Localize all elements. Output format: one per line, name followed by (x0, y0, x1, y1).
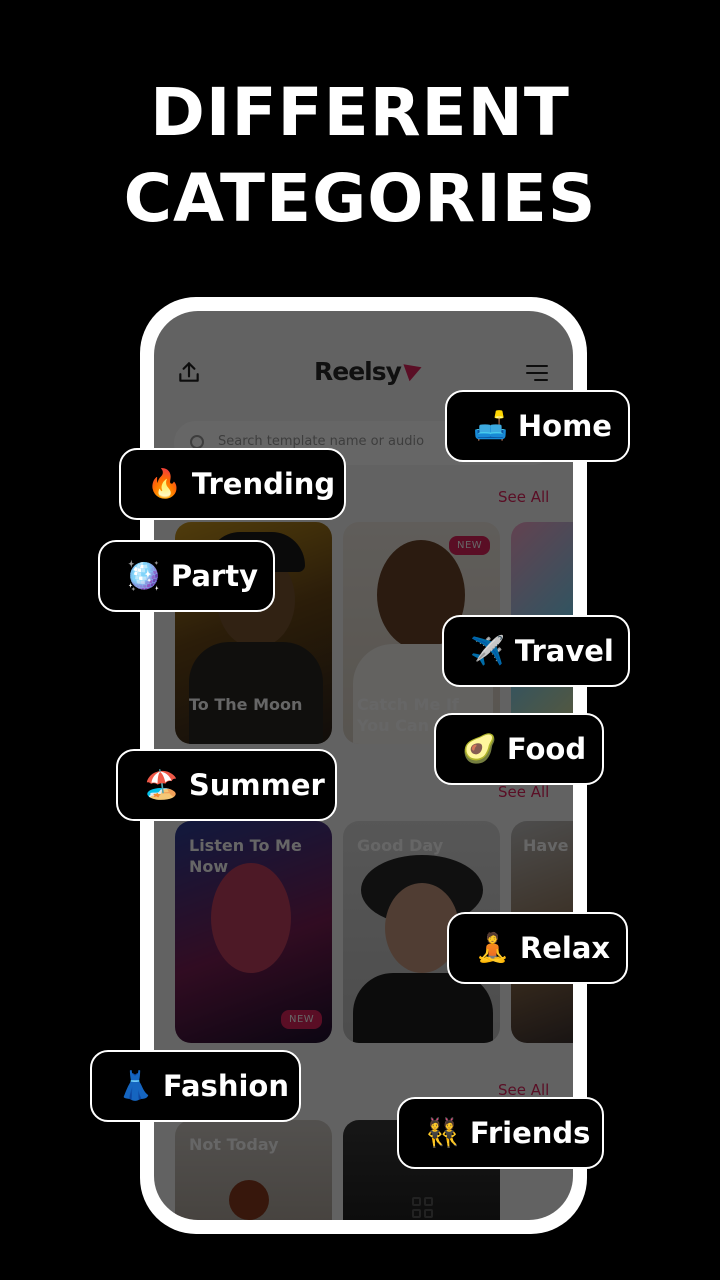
category-pill-food[interactable]: 🥑 Food (434, 713, 604, 785)
category-label: Travel (514, 634, 614, 668)
dress-icon: 👗 (118, 1069, 153, 1102)
card-photo (229, 1180, 269, 1220)
template-card[interactable]: Not Today (175, 1120, 332, 1220)
grid-nav-icon[interactable] (412, 1197, 434, 1219)
avocado-icon: 🥑 (462, 732, 497, 765)
headline: DIFFERENT CATEGORIES (0, 70, 720, 242)
category-pill-friends[interactable]: 👯 Friends (397, 1097, 604, 1169)
new-badge: NEW (449, 536, 491, 555)
fire-icon: 🔥 (147, 467, 182, 500)
card-photo (211, 863, 291, 973)
see-all-link-section-2[interactable]: See All (498, 783, 549, 801)
search-placeholder: Search template name or audio (218, 434, 425, 449)
category-label: Relax (519, 931, 611, 965)
category-label: Fashion (162, 1069, 289, 1103)
logo-play-icon (403, 358, 425, 382)
new-badge: NEW (281, 1010, 323, 1029)
category-pill-party[interactable]: 🪩 Party (98, 540, 275, 612)
hamburger-menu-icon[interactable] (526, 365, 548, 381)
card-title: Good Day (357, 836, 444, 855)
category-label: Party (170, 559, 258, 593)
app-header: Reelsy (154, 351, 573, 395)
disco-ball-icon: 🪩 (126, 559, 161, 592)
category-label: Friends (469, 1116, 591, 1150)
friends-icon: 👯 (425, 1116, 460, 1149)
beach-icon: 🏖️ (144, 768, 179, 801)
category-label: Home (517, 409, 612, 443)
category-pill-home[interactable]: 🛋️ Home (445, 390, 630, 462)
category-pill-travel[interactable]: ✈️ Travel (442, 615, 630, 687)
airplane-icon: ✈️ (470, 634, 505, 667)
card-title: Have (523, 836, 569, 855)
card-title: Not Today (189, 1135, 279, 1154)
headline-line-2: CATEGORIES (123, 160, 597, 237)
category-pill-fashion[interactable]: 👗 Fashion (90, 1050, 301, 1122)
category-pill-trending[interactable]: 🔥 Trending (119, 448, 346, 520)
card-title: Listen To Me Now (189, 836, 302, 876)
card-photo-body (189, 642, 323, 744)
couch-icon: 🛋️ (473, 409, 508, 442)
share-icon[interactable] (176, 359, 202, 385)
search-icon (190, 435, 204, 449)
see-all-link-trending[interactable]: See All (498, 488, 549, 506)
app-logo: Reelsy (314, 357, 402, 386)
category-label: Food (506, 732, 587, 766)
card-title: To The Moon (189, 695, 303, 714)
category-label: Trending (191, 467, 336, 501)
template-card[interactable]: Listen To Me Now NEW (175, 821, 332, 1043)
category-label: Summer (188, 768, 325, 802)
category-pill-relax[interactable]: 🧘 Relax (447, 912, 628, 984)
category-pill-summer[interactable]: 🏖️ Summer (116, 749, 337, 821)
headline-line-1: DIFFERENT (150, 74, 570, 151)
meditation-icon: 🧘 (475, 931, 510, 964)
